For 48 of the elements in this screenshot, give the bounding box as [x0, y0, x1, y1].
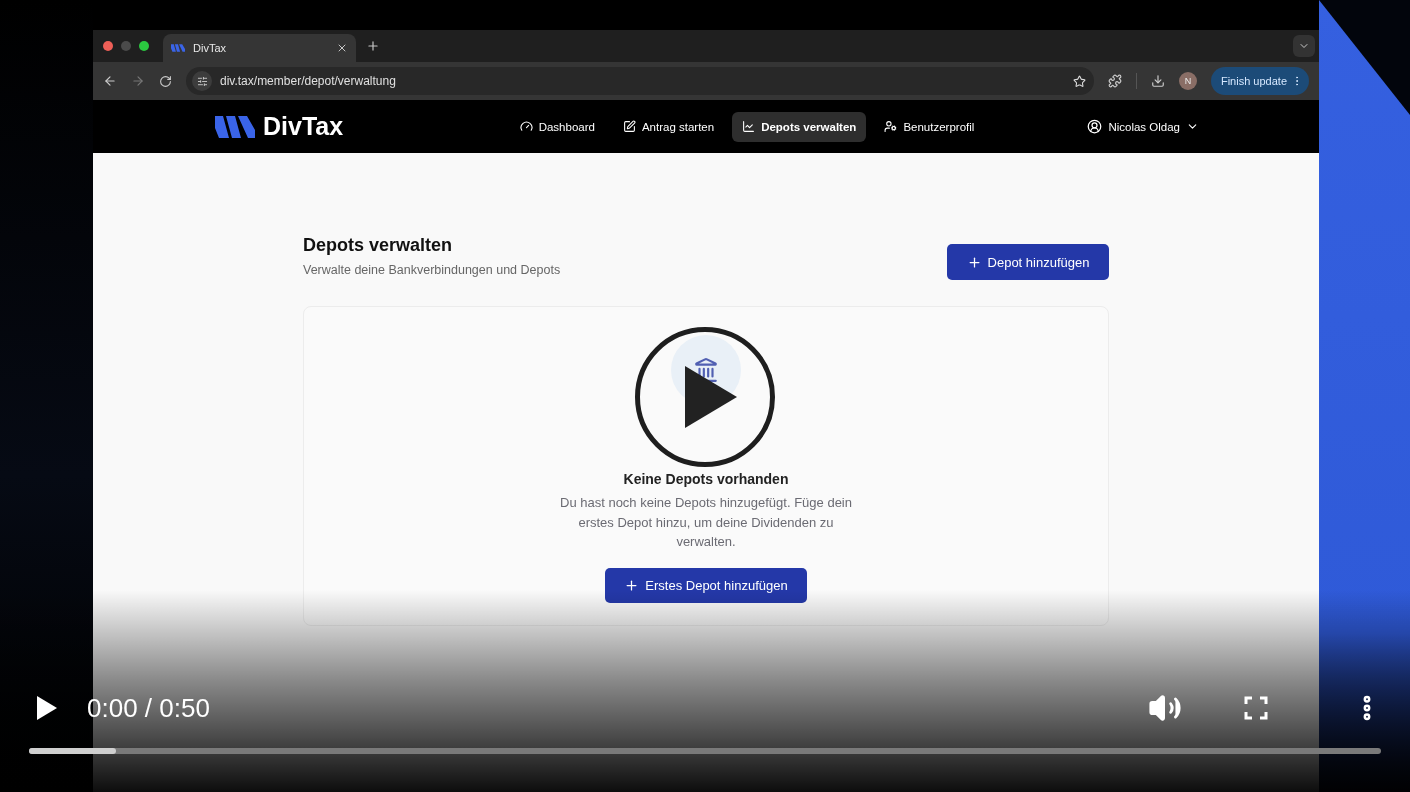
user-menu[interactable]: Nicolas Oldag — [1039, 119, 1199, 134]
edit-icon — [622, 120, 636, 133]
nav-label: Antrag starten — [641, 120, 715, 133]
fullscreen-icon[interactable] — [1244, 696, 1268, 720]
finish-update-button[interactable]: Finish update — [1210, 67, 1309, 95]
new-tab-icon[interactable] — [366, 39, 380, 53]
close-tab-icon[interactable] — [336, 42, 348, 54]
user-gear-icon — [884, 120, 898, 133]
reload-icon[interactable] — [159, 74, 172, 88]
address-bar[interactable]: div.tax/member/depot/verwaltung — [186, 67, 1094, 95]
maximize-window-button[interactable] — [139, 41, 149, 51]
nav-label: Benutzerprofil — [903, 120, 975, 133]
empty-state-text: Du hast noch keine Depots hinzugefügt. Füge dein erstes Depot hinzu, um deine Dividenden zu verwalten. — [559, 494, 853, 551]
nav-label: Dashboard — [538, 120, 595, 133]
back-icon[interactable] — [103, 74, 117, 88]
play-icon[interactable] — [37, 696, 57, 720]
user-avatar-icon — [1087, 119, 1103, 134]
url-text: div.tax/member/depot/verwaltung — [220, 74, 397, 88]
extensions-icon[interactable] — [1107, 74, 1122, 88]
nav-link[interactable]: Depots verwalten — [732, 111, 867, 142]
download-icon[interactable] — [1150, 74, 1165, 88]
nav-label: Depots verwalten — [761, 120, 857, 133]
brand-logo-icon — [215, 115, 255, 138]
page-title: Depots verwalten — [303, 235, 454, 256]
brand-name: DivTax — [263, 112, 344, 141]
page-subtitle: Verwalte deine Bankverbindungen und Depots — [303, 263, 561, 277]
close-window-button[interactable] — [103, 41, 113, 51]
browser-tab[interactable]: DivTax — [163, 34, 356, 62]
forward-icon[interactable] — [131, 74, 145, 88]
plus-icon — [624, 577, 640, 593]
tab-favicon — [171, 44, 185, 52]
nav-link[interactable]: Antrag starten — [612, 111, 725, 142]
tab-title: DivTax — [193, 42, 227, 54]
empty-state-title: Keine Depots vorhanden — [623, 471, 789, 487]
add-depot-button[interactable]: Depot hinzufügen — [947, 244, 1109, 280]
gauge-icon — [519, 120, 533, 133]
site-settings-icon[interactable] — [192, 71, 212, 91]
profile-avatar[interactable]: N — [1178, 72, 1197, 90]
line-chart-icon — [742, 120, 756, 133]
play-icon — [685, 366, 737, 428]
bookmark-star-icon[interactable] — [1072, 74, 1086, 88]
nav-link[interactable]: Dashboard — [509, 111, 605, 142]
first-depot-button[interactable]: Erstes Depot hinzufügen — [605, 567, 807, 603]
tab-list-button[interactable] — [1293, 35, 1315, 57]
plus-icon — [966, 254, 982, 270]
bank-icon — [693, 357, 719, 383]
nav-link[interactable]: Benutzerprofil — [874, 111, 985, 142]
user-name: Nicolas Oldag — [1108, 120, 1180, 133]
